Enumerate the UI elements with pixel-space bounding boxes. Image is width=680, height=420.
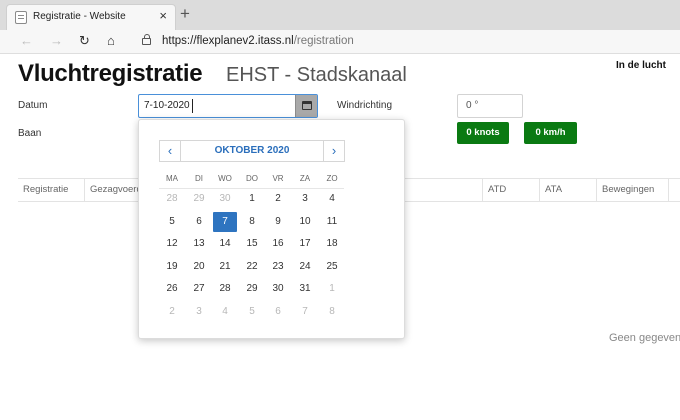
- weekday-label: VR: [272, 174, 284, 183]
- prev-month-button[interactable]: ‹: [159, 140, 181, 162]
- tab-close-icon[interactable]: ×: [159, 8, 167, 23]
- calendar-day[interactable]: 10: [293, 212, 317, 232]
- url-field[interactable]: https://flexplanev2.itass.nl/registratio…: [162, 35, 354, 47]
- calendar-day[interactable]: 17: [293, 234, 317, 254]
- lock-icon[interactable]: [142, 34, 151, 45]
- calendar-day[interactable]: 4: [320, 189, 344, 209]
- weekday-label: DO: [246, 174, 258, 183]
- calendar-day[interactable]: 26: [160, 279, 184, 299]
- page-favicon-icon: [15, 11, 27, 24]
- calendar-day[interactable]: 12: [160, 234, 184, 254]
- calendar-day[interactable]: 3: [187, 302, 211, 322]
- browser-address-bar: ← → ↻ ⌂ https://flexplanev2.itass.nl/reg…: [0, 30, 680, 54]
- calendar-day[interactable]: 6: [187, 212, 211, 232]
- calendar-day[interactable]: 4: [213, 302, 237, 322]
- calendar-day[interactable]: 19: [160, 257, 184, 277]
- next-month-button[interactable]: ›: [323, 140, 345, 162]
- calendar-day[interactable]: 6: [266, 302, 290, 322]
- calendar-day[interactable]: 27: [187, 279, 211, 299]
- empty-table-message: Geen gegeven: [609, 332, 680, 344]
- calendar-day[interactable]: 29: [240, 279, 264, 299]
- calendar-day[interactable]: 22: [240, 257, 264, 277]
- calendar-day[interactable]: 8: [240, 212, 264, 232]
- calendar-day[interactable]: 2: [160, 302, 184, 322]
- wind-direction-label: Windrichting: [337, 100, 393, 111]
- calendar-day[interactable]: 23: [266, 257, 290, 277]
- calendar-icon: [302, 101, 312, 110]
- calendar-day[interactable]: 25: [320, 257, 344, 277]
- calendar-day[interactable]: 30: [266, 279, 290, 299]
- browser-tab[interactable]: Registratie - Website ×: [6, 4, 176, 30]
- calendar-day[interactable]: 2: [266, 189, 290, 209]
- calendar-day[interactable]: 20: [187, 257, 211, 277]
- calendar-day[interactable]: 1: [320, 279, 344, 299]
- browser-tab-strip: Registratie - Website × +: [0, 0, 680, 30]
- forward-arrow-icon[interactable]: →: [50, 33, 63, 49]
- weekday-label: ZO: [326, 174, 338, 183]
- column-header-atd[interactable]: ATD: [482, 179, 540, 201]
- calendar-day[interactable]: 13: [187, 234, 211, 254]
- date-input[interactable]: 7-10-2020: [138, 94, 318, 118]
- url-path: /registration: [293, 35, 354, 47]
- date-picker-popup: ‹ OKTOBER 2020 › MA DI WO DO VR ZA ZO 28 29 30 1 2…: [138, 119, 405, 339]
- calendar-day[interactable]: 29: [187, 189, 211, 209]
- new-tab-icon[interactable]: +: [180, 5, 190, 22]
- weekday-label: WO: [218, 174, 232, 183]
- calendar-day[interactable]: 3: [293, 189, 317, 209]
- wind-direction-value: 0 °: [466, 100, 479, 111]
- text-cursor: [192, 99, 193, 113]
- date-input-value: 7-10-2020: [144, 100, 190, 111]
- column-header-bewegingen[interactable]: Bewegingen: [597, 179, 669, 201]
- wind-direction-input[interactable]: 0 °: [457, 94, 523, 118]
- calendar-day[interactable]: 31: [293, 279, 317, 299]
- calendar-day[interactable]: 7: [293, 302, 317, 322]
- calendar-day[interactable]: 14: [213, 234, 237, 254]
- calendar-button[interactable]: [295, 95, 317, 117]
- calendar-day[interactable]: 18: [320, 234, 344, 254]
- calendar-day[interactable]: 30: [213, 189, 237, 209]
- calendar-day[interactable]: 1: [240, 189, 264, 209]
- weekday-label: ZA: [299, 174, 311, 183]
- calendar-day[interactable]: 15: [240, 234, 264, 254]
- calendar-day[interactable]: 5: [160, 212, 184, 232]
- weekday-label: MA: [166, 174, 178, 183]
- url-host: https://flexplanev2.itass.nl: [162, 35, 294, 47]
- calendar-day[interactable]: 8: [320, 302, 344, 322]
- home-icon[interactable]: ⌂: [107, 33, 115, 49]
- calendar-day[interactable]: 16: [266, 234, 290, 254]
- tab-title: Registratie - Website: [33, 11, 126, 22]
- page-title: Vluchtregistratie: [18, 60, 203, 87]
- runway-label: Baan: [18, 128, 42, 139]
- calendar-day[interactable]: 28: [160, 189, 184, 209]
- refresh-icon[interactable]: ↻: [79, 33, 90, 49]
- calendar-day[interactable]: 5: [240, 302, 264, 322]
- calendar-day-selected[interactable]: 7: [213, 211, 237, 232]
- flight-status-text: In de lucht: [616, 60, 666, 71]
- calendar-day[interactable]: 28: [213, 279, 237, 299]
- calendar-day[interactable]: 21: [213, 257, 237, 277]
- page-subtitle: EHST - Stadskanaal: [226, 64, 407, 86]
- date-label: Datum: [18, 100, 48, 111]
- weekday-label: DI: [195, 174, 203, 183]
- calendar-day[interactable]: 24: [293, 257, 317, 277]
- column-header-registratie[interactable]: Registratie: [18, 179, 85, 201]
- calendar-day[interactable]: 9: [266, 212, 290, 232]
- wind-speed-kmh-badge: 0 km/h: [524, 122, 577, 144]
- wind-speed-knots-badge: 0 knots: [457, 122, 509, 144]
- back-arrow-icon[interactable]: ←: [20, 33, 33, 49]
- calendar-day[interactable]: 11: [320, 212, 344, 232]
- month-year-title[interactable]: OKTOBER 2020: [181, 140, 323, 162]
- column-header-ata[interactable]: ATA: [540, 179, 597, 201]
